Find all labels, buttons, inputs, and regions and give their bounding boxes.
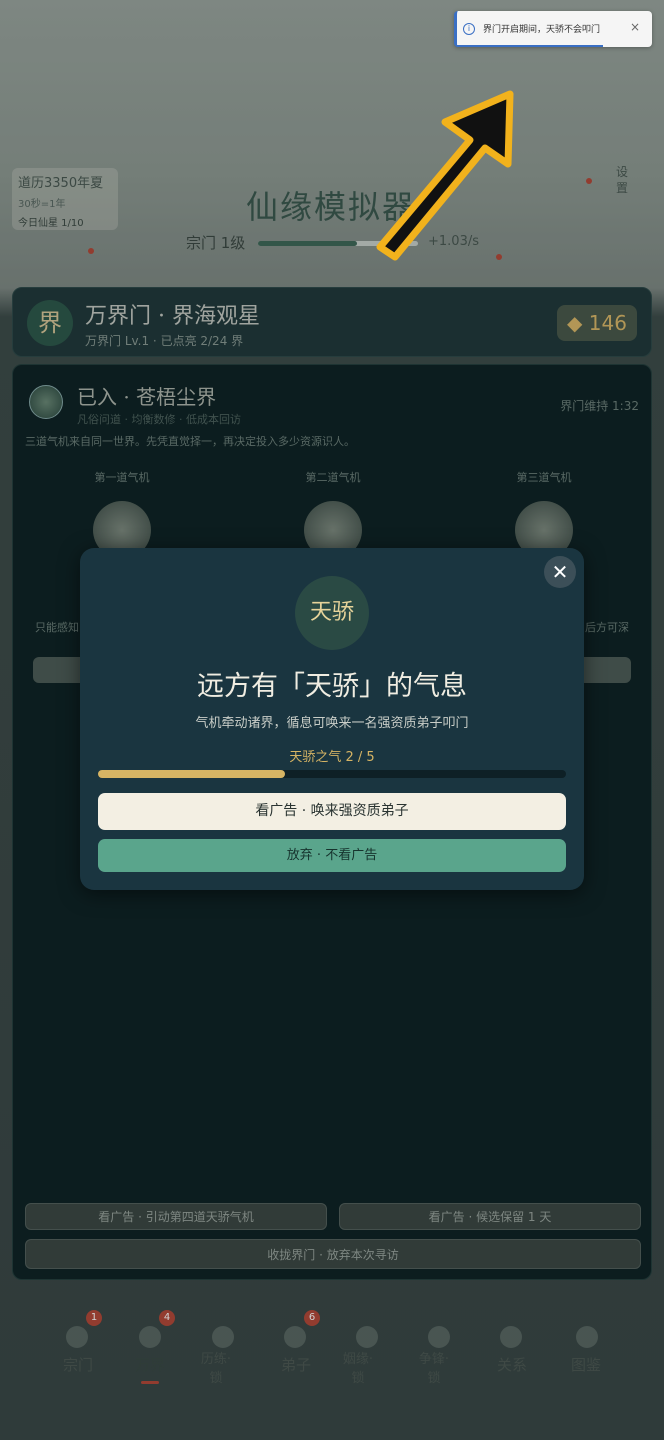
toast-notification: i 界门开启期间，天骄不会叩门 × (454, 11, 652, 47)
modal-close-button[interactable]: ✕ (544, 556, 576, 588)
modal-description: 气机牵动诸界，循息可唤来一名强资质弟子叩门 (195, 716, 469, 731)
watch-ad-summon-button[interactable]: 看广告 · 唤来强资质弟子 (98, 793, 566, 830)
modal-title: 远方有「天骄」的气息 (197, 671, 467, 702)
toast-close-button[interactable]: × (630, 20, 640, 34)
tianjiao-emblem: 天骄 (295, 576, 369, 650)
tianjiao-progress-bar (98, 770, 566, 778)
tianjiao-modal: ✕ 天骄 远方有「天骄」的气息 气机牵动诸界，循息可唤来一名强资质弟子叩门 天骄… (80, 548, 584, 890)
toast-timer-bar (457, 45, 603, 47)
info-icon: i (463, 23, 475, 35)
give-up-button[interactable]: 放弃 · 不看广告 (98, 839, 566, 872)
toast-message: 界门开启期间，天骄不会叩门 (483, 25, 601, 35)
tianjiao-progress-label: 天骄之气 2 / 5 (289, 750, 375, 765)
arrow-pointer-icon (376, 90, 514, 261)
